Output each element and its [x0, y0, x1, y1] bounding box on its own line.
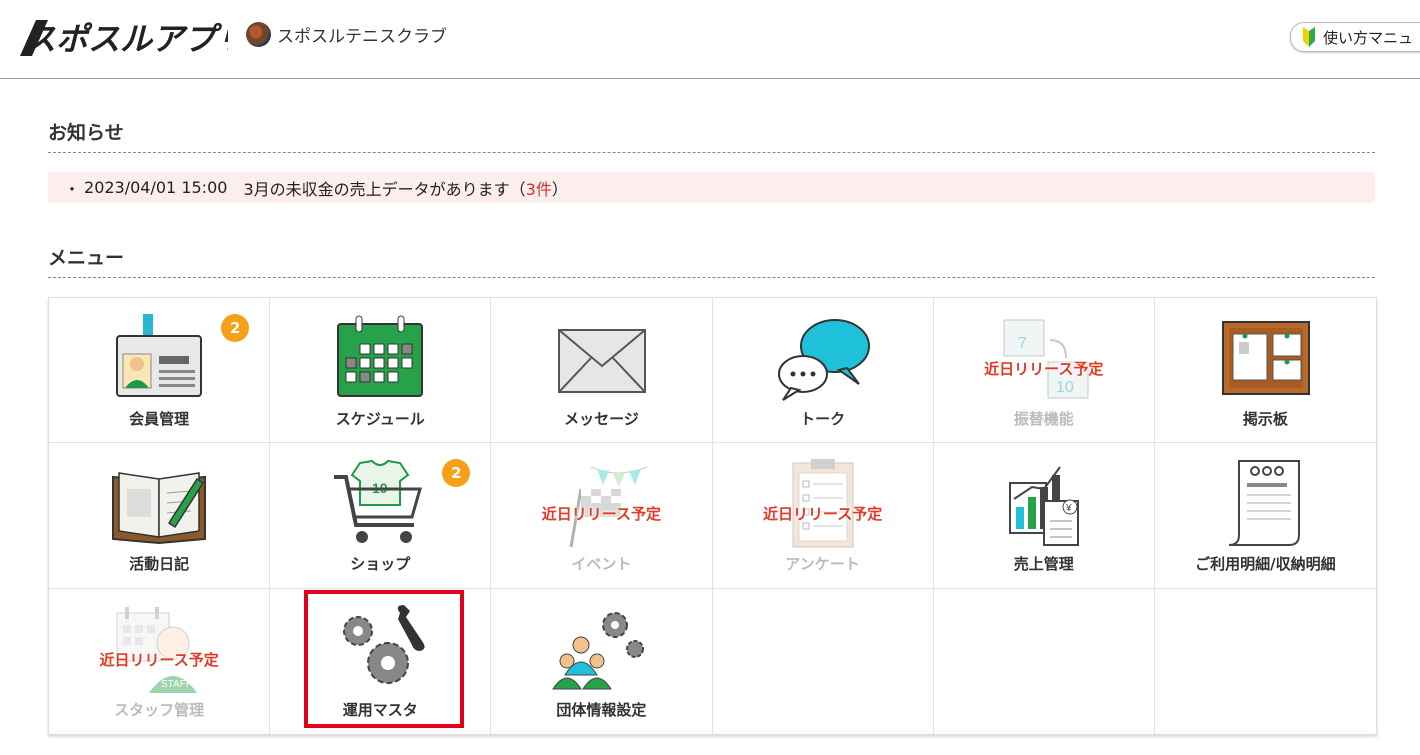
menu-empty-cell [934, 588, 1155, 734]
menu-item-label: 振替機能 [1013, 410, 1074, 428]
app-header: スポスルアプリ スポスルテニスクラブ 使い方マニュ [0, 0, 1420, 79]
menu-item-schedule[interactable]: スケジュール [270, 298, 492, 444]
menu-item-talk[interactable]: トーク [712, 298, 934, 444]
svg-text:¥: ¥ [1065, 503, 1072, 514]
menu-empty-cell [713, 588, 934, 734]
chat-bubbles-icon [777, 319, 870, 401]
menu-item-usage-statement[interactable]: ご利用明細/収納明細 [1154, 443, 1376, 589]
club-info: スポスルテニスクラブ [246, 22, 447, 47]
notice-count-link[interactable]: 3件 [526, 176, 552, 200]
menu-item-label: 会員管理 [129, 410, 190, 428]
sales-chart-icon: ¥ [1008, 466, 1079, 547]
menu-item-label: 運用マスタ [342, 700, 418, 719]
coming-soon-label: 近日リリース予定 [99, 650, 219, 669]
notice-paren-close: ） [551, 179, 568, 199]
menu-item-survey[interactable]: 近日リリース予定 アンケート [712, 443, 934, 589]
notification-badge: 2 [442, 459, 471, 488]
svg-text:7: 7 [1018, 335, 1027, 352]
app-logo[interactable]: スポスルアプリ [18, 14, 228, 60]
svg-text:STAFF: STAFF [161, 679, 192, 690]
menu-item-label: スケジュール [335, 410, 425, 428]
manual-button-label: 使い方マニュ [1323, 28, 1414, 47]
menu-item-label: ご利用明細/収納明細 [1195, 555, 1336, 574]
envelope-icon [558, 329, 647, 393]
gears-wrench-icon [343, 604, 425, 684]
menu-item-label: ショップ [350, 555, 411, 574]
notification-badge: 2 [221, 314, 250, 342]
receipt-icon [1229, 460, 1301, 547]
group-settings-icon [552, 611, 645, 690]
member-card-icon [116, 314, 203, 397]
notice-message: 3月の未収金の売上データがあります [243, 179, 510, 199]
shopping-cart-icon: 10 [334, 460, 423, 544]
menu-item-label: 活動日記 [129, 555, 190, 574]
menu-section-title: メニュー [48, 243, 1375, 278]
menu-item-activity-diary[interactable]: 活動日記 [49, 443, 271, 589]
menu-item-staff-management[interactable]: STAFF 近日リリース予定 スタッフ管理 [49, 588, 271, 734]
coming-soon-label: 近日リリース予定 [762, 505, 883, 524]
svg-text:10: 10 [1056, 379, 1074, 396]
menu-item-message[interactable]: メッセージ [491, 298, 713, 444]
notice-bullet: ・ [64, 179, 81, 199]
menu-item-label: メッセージ [564, 410, 639, 428]
menu-item-group-settings[interactable]: 団体情報設定 [491, 588, 713, 734]
beginner-mark-icon [1303, 27, 1315, 47]
club-avatar [246, 22, 271, 47]
menu-item-label: 掲示板 [1242, 410, 1288, 428]
coming-soon-label: 近日リリース予定 [541, 505, 662, 524]
notice-paren-open: （ [509, 179, 526, 199]
logo-text: スポスルアプリ [24, 21, 228, 57]
diary-book-icon [112, 472, 207, 545]
bulletin-board-icon [1222, 321, 1311, 395]
menu-item-event[interactable]: 近日リリース予定 イベント [491, 443, 713, 589]
menu-item-sales-management[interactable]: ¥ 売上管理 [933, 443, 1155, 589]
menu-item-label: イベント [571, 555, 632, 574]
menu-item-label: スタッフ管理 [114, 700, 205, 719]
notice-datetime: 2023/04/01 15:00 [84, 178, 228, 197]
menu-item-label: 売上管理 [1013, 555, 1074, 574]
club-name: スポスルテニスクラブ [277, 27, 447, 47]
menu-item-operation-master[interactable]: 運用マスタ [270, 588, 492, 734]
menu-item-label: 団体情報設定 [556, 700, 647, 719]
notice-item[interactable]: ・ 2023/04/01 15:00 3月の未収金の売上データがあります （3件… [48, 172, 1375, 203]
calendar-icon [337, 315, 424, 397]
menu-item-bulletin-board[interactable]: 掲示板 [1154, 298, 1376, 444]
menu-item-label: アンケート [785, 555, 860, 574]
manual-button[interactable]: 使い方マニュ [1290, 22, 1420, 52]
menu-item-shop[interactable]: 10 2 ショップ [270, 443, 492, 589]
menu-empty-cell [1155, 589, 1376, 734]
notice-section-title: お知らせ [48, 118, 1375, 153]
menu-grid: 2 会員管理 スケジュール メッセージ トーク 7 10 近日リリース予定 振替… [48, 297, 1377, 735]
coming-soon-label: 近日リリース予定 [984, 360, 1104, 378]
menu-item-transfer[interactable]: 7 10 近日リリース予定 振替機能 [933, 298, 1155, 444]
menu-item-member-management[interactable]: 2 会員管理 [49, 298, 271, 444]
menu-item-label: トーク [800, 410, 846, 428]
